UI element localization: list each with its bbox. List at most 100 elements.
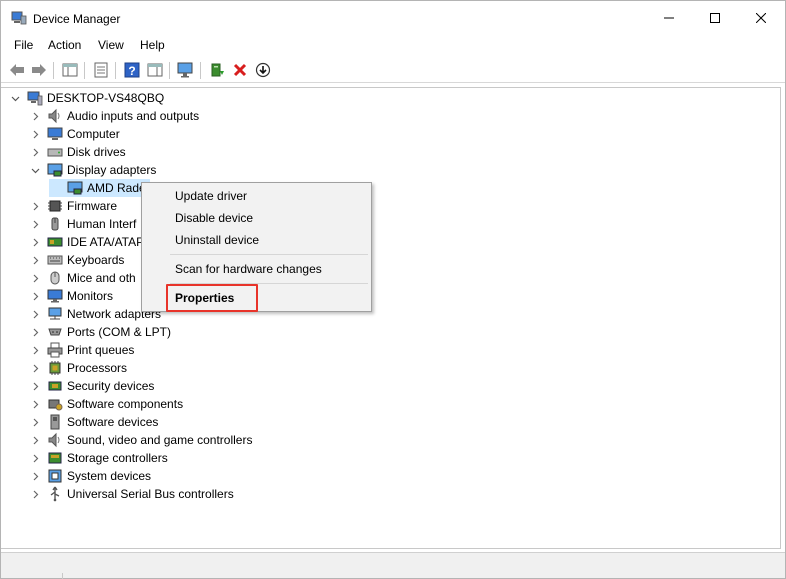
properties-button[interactable] <box>91 60 111 80</box>
uninstall-button[interactable] <box>230 60 250 80</box>
tree-category[interactable]: Sound, video and game controllers <box>29 431 252 449</box>
system-device-icon <box>47 468 63 484</box>
tree-category[interactable]: Monitors <box>29 287 113 305</box>
tree-category[interactable]: Human Interf <box>29 215 136 233</box>
chevron-right-icon[interactable] <box>29 431 41 449</box>
menu-file[interactable]: File <box>14 38 33 52</box>
show-hide-console-tree-button[interactable] <box>60 60 80 80</box>
computer-icon <box>47 126 63 142</box>
tree-device-label: AMD Rade <box>87 181 146 195</box>
action-pane-button[interactable] <box>145 60 165 80</box>
help-button[interactable]: ? <box>122 60 142 80</box>
chevron-right-icon[interactable] <box>29 143 41 161</box>
chevron-right-icon[interactable] <box>29 305 41 323</box>
download-icon <box>255 62 271 78</box>
chevron-right-icon[interactable] <box>29 251 41 269</box>
tree-category-label: Universal Serial Bus controllers <box>67 487 234 501</box>
display-adapter-icon <box>47 162 63 178</box>
tree-device-item[interactable]: AMD Rade <box>49 179 150 197</box>
tree-category[interactable]: Universal Serial Bus controllers <box>29 485 234 503</box>
tree-category-label: Ports (COM & LPT) <box>67 325 172 339</box>
update-driver-button[interactable] <box>207 60 227 80</box>
tree-category-label: Human Interf <box>67 217 137 231</box>
title-bar[interactable]: Device Manager <box>1 1 785 35</box>
scan-hardware-button[interactable] <box>176 60 196 80</box>
tree-category[interactable]: Disk drives <box>29 143 126 161</box>
ide-controller-icon <box>47 234 63 250</box>
usb-icon <box>47 486 63 502</box>
tree-category[interactable]: IDE ATA/ATAP <box>29 233 144 251</box>
context-menu-update-driver[interactable]: Update driver <box>175 189 247 203</box>
tree-category-label: Disk drives <box>67 145 126 159</box>
tree-root[interactable]: DESKTOP-VS48QBQ <box>9 89 164 107</box>
chevron-right-icon[interactable] <box>29 449 41 467</box>
tree-category[interactable]: Storage controllers <box>29 449 168 467</box>
tree-category-label: Firmware <box>67 199 117 213</box>
chevron-right-icon[interactable] <box>29 287 41 305</box>
download-button[interactable] <box>253 60 273 80</box>
minimize-button[interactable] <box>646 1 692 35</box>
tree-category[interactable]: Computer <box>29 125 120 143</box>
maximize-button[interactable] <box>692 1 738 35</box>
tree-category-label: Security devices <box>67 379 155 393</box>
menu-action[interactable]: Action <box>48 38 81 52</box>
tree-category[interactable]: Software components <box>29 395 183 413</box>
speaker-icon <box>47 108 63 124</box>
chevron-right-icon[interactable] <box>29 107 41 125</box>
chevron-right-icon[interactable] <box>29 269 41 287</box>
tree-category-label: IDE ATA/ATAP <box>67 235 145 249</box>
tree-category[interactable]: Audio inputs and outputs <box>29 107 199 125</box>
chevron-right-icon[interactable] <box>29 359 41 377</box>
context-menu-disable-device[interactable]: Disable device <box>175 211 253 225</box>
chevron-down-icon[interactable] <box>9 89 21 107</box>
forward-button[interactable] <box>29 60 49 80</box>
hid-icon <box>47 216 63 232</box>
tree-category[interactable]: Security devices <box>29 377 154 395</box>
context-menu-scan-hardware[interactable]: Scan for hardware changes <box>175 262 322 276</box>
chevron-right-icon[interactable] <box>29 341 41 359</box>
help-icon: ? <box>124 62 140 78</box>
tree-category[interactable]: Keyboards <box>29 251 124 269</box>
tree-category[interactable]: Processors <box>29 359 127 377</box>
tree-category[interactable]: Print queues <box>29 341 134 359</box>
tree-category[interactable]: Ports (COM & LPT) <box>29 323 171 341</box>
chevron-right-icon[interactable] <box>29 395 41 413</box>
chevron-right-icon[interactable] <box>29 413 41 431</box>
maximize-icon <box>710 13 720 23</box>
chevron-right-icon[interactable] <box>29 215 41 233</box>
device-tree-pane[interactable]: DESKTOP-VS48QBQ Audio inputs and outputs… <box>1 87 781 549</box>
chevron-right-icon[interactable] <box>29 323 41 341</box>
chevron-right-icon[interactable] <box>29 467 41 485</box>
context-menu-separator <box>170 254 368 255</box>
menu-view[interactable]: View <box>98 38 124 52</box>
tree-root-label: DESKTOP-VS48QBQ <box>47 91 165 105</box>
tree-category[interactable]: Software devices <box>29 413 158 431</box>
tree-category-label: Sound, video and game controllers <box>67 433 253 447</box>
chevron-right-icon[interactable] <box>29 485 41 503</box>
sound-icon <box>47 432 63 448</box>
chevron-right-icon[interactable] <box>29 125 41 143</box>
back-button[interactable] <box>7 60 27 80</box>
tree-category-label: System devices <box>67 469 152 483</box>
chevron-right-icon[interactable] <box>29 197 41 215</box>
back-arrow-icon <box>10 64 24 76</box>
properties-page-icon <box>94 62 108 78</box>
tree-category-label: Software components <box>67 397 184 411</box>
uninstall-x-icon <box>233 63 247 77</box>
context-menu-uninstall-device[interactable]: Uninstall device <box>175 233 259 247</box>
close-icon <box>756 13 766 23</box>
menu-help[interactable]: Help <box>140 38 165 52</box>
tree-category-label: Keyboards <box>67 253 125 267</box>
tree-category-label: Print queues <box>67 343 135 357</box>
chevron-right-icon[interactable] <box>29 233 41 251</box>
chevron-right-icon[interactable] <box>29 377 41 395</box>
tree-category[interactable]: Display adapters <box>29 161 156 179</box>
tree-category[interactable]: Mice and oth <box>29 269 136 287</box>
tree-category-label: Display adapters <box>67 163 157 177</box>
software-component-icon <box>47 396 63 412</box>
chevron-down-icon[interactable] <box>29 161 41 179</box>
tree-category[interactable]: Firmware <box>29 197 117 215</box>
close-button[interactable] <box>738 1 784 35</box>
tree-category[interactable]: System devices <box>29 467 151 485</box>
computer-root-icon <box>27 90 43 106</box>
